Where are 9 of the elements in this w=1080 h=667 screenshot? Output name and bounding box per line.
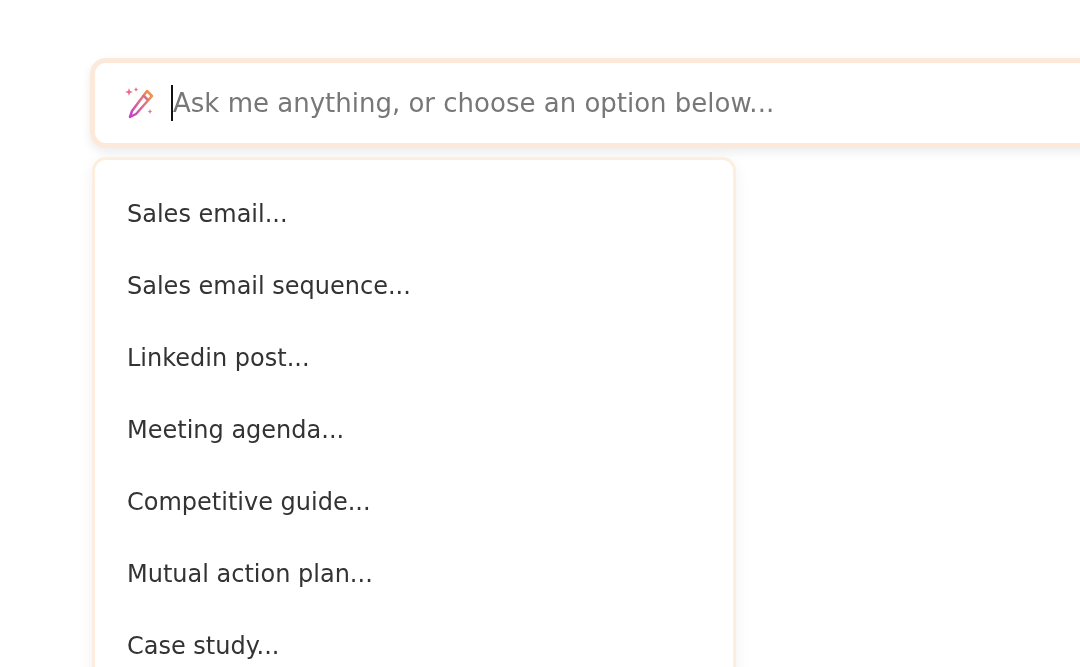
menu-item[interactable]: Case study...: [95, 610, 733, 667]
menu-item[interactable]: Competitive guide...: [95, 466, 733, 538]
menu-item[interactable]: Linkedin post...: [95, 322, 733, 394]
menu-item[interactable]: Sales email sequence...: [95, 250, 733, 322]
menu-item[interactable]: Sales email...: [95, 178, 733, 250]
prompt-field[interactable]: Ask me anything, or choose an option below...: [173, 88, 973, 118]
menu-item[interactable]: Meeting agenda...: [95, 394, 733, 466]
menu-item[interactable]: Mutual action plan...: [95, 538, 733, 610]
text-cursor: [171, 85, 173, 121]
